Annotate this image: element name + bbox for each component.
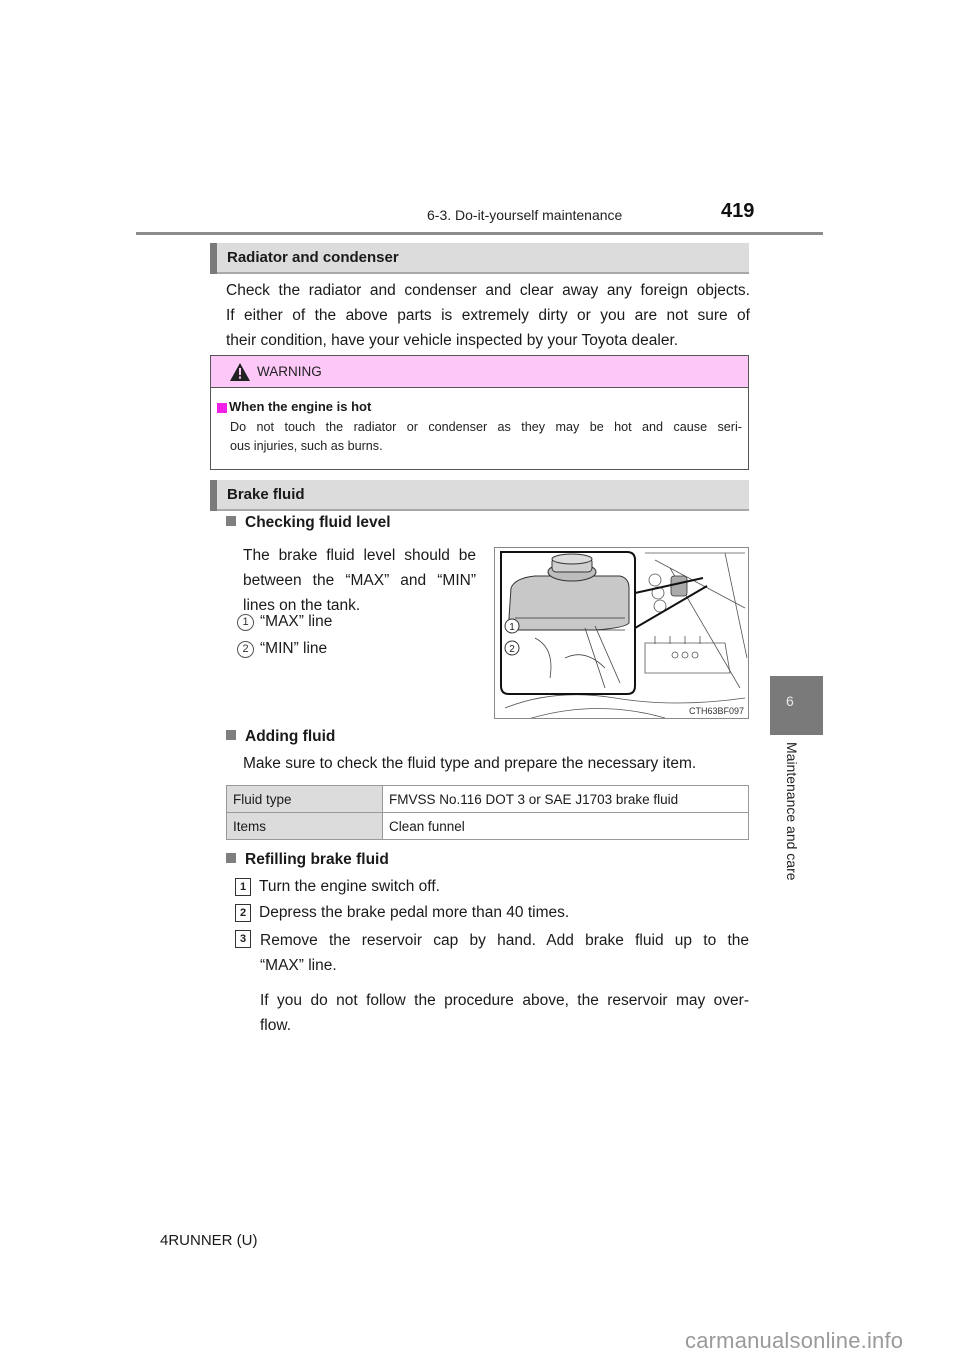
square-bullet-icon xyxy=(226,730,236,740)
square-bullet-icon xyxy=(226,516,236,526)
section-title: Radiator and condenser xyxy=(227,249,399,266)
text-line: The brake fluid level should be xyxy=(243,547,476,564)
table-key: Items xyxy=(226,812,383,840)
callout-item: 2 “MIN” line xyxy=(237,640,327,658)
section-header-radiator: Radiator and condenser xyxy=(210,243,749,274)
text-line: Do not touch the radiator or condenser a… xyxy=(230,420,742,434)
engine-bay-drawing: 1 2 xyxy=(500,551,748,718)
step-item: 2 Depress the brake pedal more than 40 ti… xyxy=(235,904,569,922)
warning-body: Do not touch the radiator or condenser a… xyxy=(230,418,742,456)
step-3-text: Remove the reservoir cap by hand. Add br… xyxy=(260,928,749,978)
step-text: Turn the engine switch off. xyxy=(259,878,440,895)
callout-number-icon: 1 xyxy=(237,614,254,631)
table-value: FMVSS No.116 DOT 3 or SAE J1703 brake fl… xyxy=(382,785,749,813)
running-header-section: 6-3. Do-it-yourself maintenance xyxy=(427,207,623,223)
section-header-bar xyxy=(210,243,217,274)
refill-note: If you do not follow the procedure above… xyxy=(260,988,749,1038)
warning-triangle-icon xyxy=(230,363,250,381)
text-line: If you do not follow the procedure above… xyxy=(260,992,749,1009)
subheading-text: Refilling brake fluid xyxy=(245,851,389,868)
chapter-tab[interactable]: 6 xyxy=(770,676,823,735)
warning-box: WARNING When the engine is hot Do not to… xyxy=(210,355,749,470)
radiator-paragraph: Check the radiator and condenser and cle… xyxy=(226,278,750,353)
checking-paragraph: The brake fluid level should be between … xyxy=(243,543,476,618)
text-line: ous injuries, such as burns. xyxy=(230,439,383,453)
square-bullet-icon xyxy=(226,853,236,863)
text-line: between the “MAX” and “MIN” xyxy=(243,572,476,589)
table-key: Fluid type xyxy=(226,785,383,813)
svg-text:2: 2 xyxy=(509,644,515,655)
text-line: flow. xyxy=(260,1017,292,1034)
subheading-checking: Checking fluid level xyxy=(226,514,391,532)
step-item: 1 Turn the engine switch off. xyxy=(235,878,440,896)
text-line: their condition, have your vehicle inspe… xyxy=(226,332,679,349)
subheading-refilling: Refilling brake fluid xyxy=(226,851,389,869)
table-value: Clean funnel xyxy=(382,812,749,840)
brake-reservoir-illustration: 1 2 CTH63BF097 xyxy=(494,547,749,719)
chapter-number: 6 xyxy=(786,693,794,709)
chapter-title: Maintenance and care xyxy=(784,742,800,881)
text-line: If either of the above parts is extremel… xyxy=(226,307,750,324)
chapter-title-vertical: Maintenance and care xyxy=(770,742,823,892)
page-number: 419 xyxy=(721,200,755,222)
step-item: 3 xyxy=(235,930,259,948)
section-header-brake-fluid: Brake fluid xyxy=(210,480,749,511)
table-row: Items Clean funnel xyxy=(226,812,749,840)
step-text: Depress the brake pedal more than 40 tim… xyxy=(259,904,570,921)
callout-label: “MIN” line xyxy=(260,640,328,657)
fluid-spec-table: Fluid type FMVSS No.116 DOT 3 or SAE J17… xyxy=(226,785,749,840)
svg-text:1: 1 xyxy=(509,622,515,633)
callout-label: “MAX” line xyxy=(260,613,333,630)
callout-number-icon: 2 xyxy=(237,641,254,658)
step-number-icon: 1 xyxy=(235,878,251,896)
warning-title: WARNING xyxy=(257,364,322,379)
text-line: Remove the reservoir cap by hand. Add br… xyxy=(260,932,749,949)
callout-item: 1 “MAX” line xyxy=(237,613,332,631)
warning-bullet-icon xyxy=(217,403,227,413)
watermark-link[interactable]: carmanualsonline.info xyxy=(685,1328,903,1354)
subheading-text: Adding fluid xyxy=(245,728,336,745)
text-line: Check the radiator and condenser and cle… xyxy=(226,282,750,299)
section-title: Brake fluid xyxy=(227,486,305,503)
step-number-icon: 2 xyxy=(235,904,251,922)
subheading-text: Checking fluid level xyxy=(245,514,391,531)
footer-model: 4RUNNER (U) xyxy=(160,1232,258,1249)
subheading-adding: Adding fluid xyxy=(226,728,335,746)
step-number-icon: 3 xyxy=(235,930,251,948)
table-row: Fluid type FMVSS No.116 DOT 3 or SAE J17… xyxy=(226,785,749,813)
header-rule xyxy=(136,232,823,235)
illustration-code: CTH63BF097 xyxy=(688,706,744,716)
section-header-bar xyxy=(210,480,217,511)
warning-header: WARNING xyxy=(211,356,748,388)
warning-subtitle: When the engine is hot xyxy=(229,399,372,414)
text-line: “MAX” line. xyxy=(260,957,337,974)
adding-text: Make sure to check the fluid type and pr… xyxy=(243,755,697,772)
